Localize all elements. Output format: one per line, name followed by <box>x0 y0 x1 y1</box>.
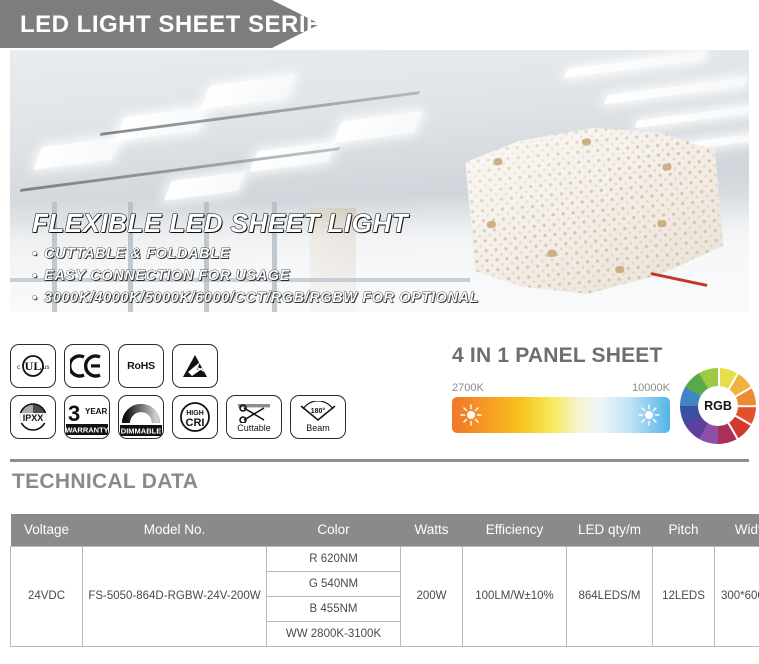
cell-led-qty: 864LEDS/M <box>566 545 653 647</box>
led-mounting-node <box>657 220 667 228</box>
hero-image: FLEXIBLE LED SHEET LIGHT CUTTABLE & FOLD… <box>10 50 749 312</box>
rohs-badge: RoHS <box>118 344 164 388</box>
led-mounting-node <box>582 138 592 146</box>
technical-data-heading: TECHNICAL DATA <box>12 470 199 493</box>
cell-model-no: FS-5050-864D-RGBW-24V-200W <box>82 545 267 647</box>
cuttable-label: Cuttable <box>237 423 271 433</box>
cct-gradient-bar <box>452 397 670 433</box>
ipxx-rating-icon: IPXX <box>19 403 47 431</box>
led-mounting-node <box>662 163 672 171</box>
esd-badge <box>172 344 218 388</box>
badge-row-2: IPXX 3 YEAR WARRANTY DIMMABLE HIGH CRI C… <box>10 395 430 439</box>
header-width: Width <box>714 514 759 546</box>
panel-sheet-section: 4 IN 1 PANEL SHEET 2700K 10000K RGB <box>452 344 757 444</box>
svg-text:CRI: CRI <box>186 417 205 429</box>
svg-text:DIMMABLE: DIMMABLE <box>121 427 161 436</box>
ipxx-badge: IPXX <box>10 395 56 439</box>
scissors-icon <box>238 404 270 423</box>
rohs-label: RoHS <box>127 360 155 372</box>
cell-pitch: 12LEDS <box>652 545 715 647</box>
warranty-badge: 3 YEAR WARRANTY <box>64 395 110 439</box>
hero-overlay-text: FLEXIBLE LED SHEET LIGHT CUTTABLE & FOLD… <box>31 207 479 312</box>
hero-title: FLEXIBLE LED SHEET LIGHT <box>31 207 409 238</box>
cct-max-label: 10000K <box>632 382 670 394</box>
warm-sun-icon <box>460 404 482 426</box>
certification-badges: UL c us RoHS IPXX 3 YEAR WARRANTY DIMMAB… <box>10 344 430 446</box>
badge-row-1: UL c us RoHS <box>10 344 430 388</box>
cell-color-warm-white: WW 2800K-3100K <box>266 620 401 647</box>
led-mounting-node <box>487 221 497 229</box>
led-mounting-node <box>547 250 557 258</box>
ul-listed-badge: UL c us <box>10 344 56 388</box>
hero-feature-item: EASY CONNECTION FOR USAGE <box>32 268 479 285</box>
three-year-warranty-icon: 3 YEAR WARRANTY <box>65 401 109 435</box>
header-banner: LED LIGHT SHEET SERIES <box>0 0 759 48</box>
cell-width: 300*600MM <box>714 545 759 647</box>
header-pitch: Pitch <box>652 514 715 546</box>
ce-badge <box>64 344 110 388</box>
cell-color-blue: B 455NM <box>266 595 401 622</box>
color-temperature-scale: 2700K 10000K <box>452 382 670 433</box>
beam-badge: 180° Beam <box>290 395 346 439</box>
rgb-wheel-label: RGB <box>698 386 738 426</box>
high-cri-icon: HIGH CRI <box>180 402 210 432</box>
technical-data-table: Voltage Model No. Color Watts Efficiency… <box>10 514 759 647</box>
svg-text:YEAR: YEAR <box>85 407 107 416</box>
header-voltage: Voltage <box>10 514 83 546</box>
header-color: Color <box>266 514 401 546</box>
high-cri-badge: HIGH CRI <box>172 395 218 439</box>
cell-color-red: R 620NM <box>266 545 401 572</box>
hero-feature-item: CUTTABLE & FOLDABLE <box>32 246 479 263</box>
page-title: LED LIGHT SHEET SERIES <box>20 11 340 38</box>
svg-text:UL: UL <box>25 359 42 373</box>
cct-min-label: 2700K <box>452 382 484 394</box>
ce-mark-icon <box>70 354 101 378</box>
svg-text:HIGH: HIGH <box>186 410 204 417</box>
header-watts: Watts <box>400 514 463 546</box>
svg-text:WARRANTY: WARRANTY <box>65 426 108 435</box>
dimmable-icon: DIMMABLE <box>120 404 162 436</box>
hero-feature-item: 3000K/4000K/5000K/6000/CCT/RGB/RGBW FOR … <box>32 290 479 307</box>
cool-sun-icon <box>638 404 660 426</box>
table-header-row: Voltage Model No. Color Watts Efficiency… <box>10 514 759 546</box>
cell-watts: 200W <box>400 545 463 647</box>
panel-sheet-title: 4 IN 1 PANEL SHEET <box>452 344 663 367</box>
led-mounting-node <box>493 158 503 166</box>
cell-color-green: G 540NM <box>266 570 401 597</box>
table-row: 24VDC FS-5050-864D-RGBW-24V-200W R 620NM… <box>10 545 759 647</box>
dimmable-badge: DIMMABLE <box>118 395 164 439</box>
cct-range-labels: 2700K 10000K <box>452 382 670 394</box>
cuttable-badge: Cuttable <box>226 395 282 439</box>
esd-warning-icon <box>183 355 209 377</box>
svg-text:3: 3 <box>68 401 80 426</box>
svg-text:c: c <box>17 365 20 371</box>
beam-label: Beam <box>306 423 330 433</box>
header-led-qty: LED qty/m <box>566 514 653 546</box>
header-efficiency: Efficiency <box>462 514 567 546</box>
section-divider <box>10 459 749 462</box>
svg-text:180°: 180° <box>311 407 326 415</box>
ul-listed-icon: UL c us <box>17 355 49 377</box>
led-mounting-node <box>615 266 625 274</box>
hero-feature-list: CUTTABLE & FOLDABLE EASY CONNECTION FOR … <box>32 246 479 307</box>
beam-angle-icon: 180° <box>300 401 336 421</box>
cell-efficiency: 100LM/W±10% <box>462 545 567 647</box>
svg-text:us: us <box>43 365 49 371</box>
header-model-no: Model No. <box>82 514 267 546</box>
cell-voltage: 24VDC <box>10 545 83 647</box>
rgb-color-wheel: RGB <box>680 368 757 444</box>
svg-text:IPXX: IPXX <box>23 413 44 423</box>
